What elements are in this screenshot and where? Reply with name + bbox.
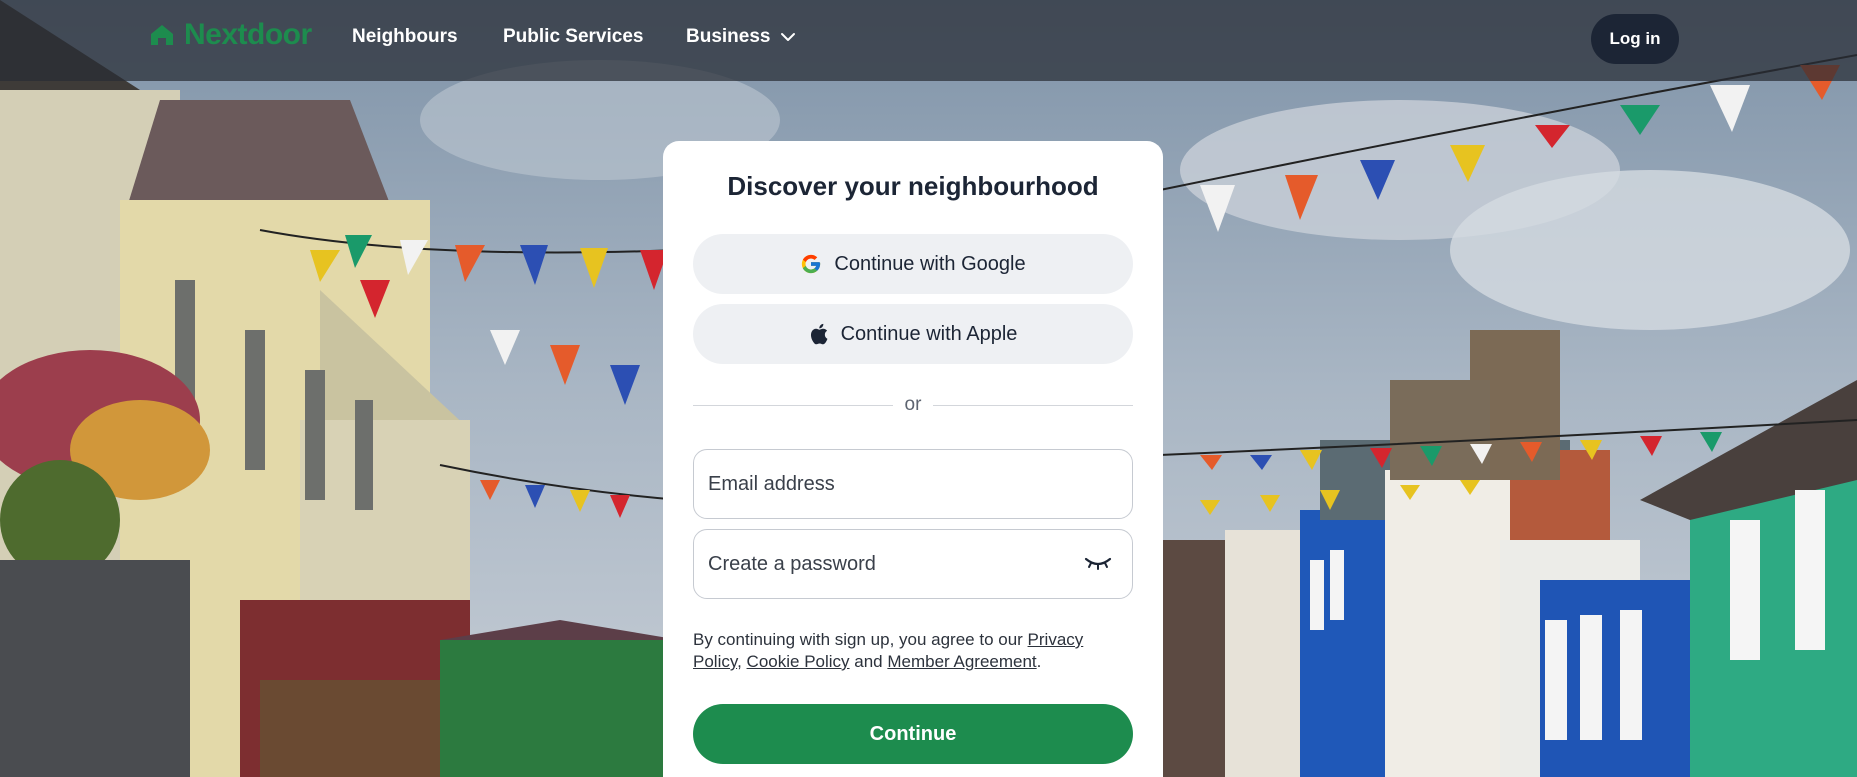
email-field[interactable]: [693, 449, 1133, 519]
nav-neighbours[interactable]: Neighbours: [352, 26, 458, 48]
legal-suffix: .: [1036, 652, 1042, 671]
divider-line: [693, 404, 893, 406]
login-button[interactable]: Log in: [1591, 14, 1679, 64]
member-agreement-link[interactable]: Member Agreement: [887, 652, 1036, 671]
google-icon: [800, 253, 822, 275]
chevron-down-icon: [780, 32, 796, 42]
legal-text: By continuing with sign up, you agree to…: [693, 629, 1133, 673]
eye-closed-icon[interactable]: [1083, 553, 1119, 575]
legal-prefix: By continuing with sign up, you agree to…: [693, 630, 1028, 649]
continue-with-google-button[interactable]: Continue with Google: [693, 234, 1133, 294]
continue-button[interactable]: Continue: [693, 704, 1133, 764]
google-button-label: Continue with Google: [834, 252, 1026, 275]
nav-business-label: Business: [686, 26, 771, 47]
apple-icon: [809, 323, 829, 345]
continue-with-apple-button[interactable]: Continue with Apple: [693, 304, 1133, 364]
brand-name: Nextdoor: [184, 18, 312, 51]
signup-card: Discover your neighbourhood Continue wit…: [663, 141, 1163, 777]
cookie-policy-link[interactable]: Cookie Policy: [747, 652, 850, 671]
nav-public-services[interactable]: Public Services: [503, 26, 643, 48]
nav-business[interactable]: Business: [686, 26, 796, 48]
legal-comma: ,: [737, 652, 747, 671]
top-navigation-bar: Nextdoor Neighbours Public Services Busi…: [0, 0, 1857, 81]
divider-line: [933, 404, 1133, 406]
or-divider: or: [693, 394, 1133, 415]
card-title: Discover your neighbourhood: [727, 171, 1099, 201]
nextdoor-logo[interactable]: Nextdoor: [148, 18, 312, 52]
legal-and: and: [849, 652, 888, 671]
password-field[interactable]: [693, 529, 1133, 599]
divider-text: or: [904, 394, 922, 415]
apple-button-label: Continue with Apple: [840, 322, 1018, 345]
house-logo-icon: [148, 22, 176, 48]
